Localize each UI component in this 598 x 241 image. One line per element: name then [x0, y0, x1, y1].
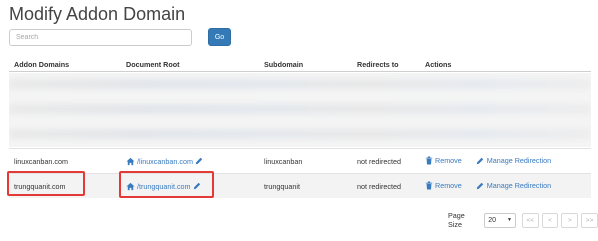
- column-header-document-root[interactable]: Document Root: [122, 60, 260, 69]
- manage-redirection-button[interactable]: Manage Redirection: [476, 156, 551, 165]
- remove-label: Remove: [435, 180, 462, 190]
- column-header-actions: Actions: [425, 59, 452, 69]
- table-header: Addon Domains Document Root Subdomain Re…: [9, 57, 591, 72]
- remove-button[interactable]: Remove: [425, 156, 462, 165]
- first-page-button[interactable]: <<: [521, 212, 539, 228]
- document-root-cell: /linuxcanban.com: [122, 157, 260, 166]
- search-bar: Go: [9, 28, 231, 46]
- redirects-cell: not redirected: [357, 181, 401, 191]
- pencil-icon: [476, 182, 484, 190]
- column-header-subdomain[interactable]: Subdomain: [260, 60, 353, 69]
- page-size-value: 20: [488, 216, 497, 224]
- manage-redirection-button[interactable]: Manage Redirection: [476, 181, 551, 190]
- pagination: Page Size 20 ▼ << < > >>: [448, 211, 598, 229]
- trash-icon: [425, 156, 433, 165]
- table-row: linuxcanban.com /linuxcanban.com linuxca…: [9, 148, 591, 173]
- subdomain-cell: trungquanit: [264, 181, 300, 191]
- previous-page-button[interactable]: <: [541, 212, 559, 228]
- highlight-box-domain: [7, 171, 85, 196]
- caret-down-icon: ▼: [506, 217, 512, 223]
- actions-cell: Remove Manage Redirection: [423, 181, 591, 192]
- manage-redirection-label: Manage Redirection: [486, 181, 552, 190]
- go-button[interactable]: Go: [208, 28, 231, 46]
- column-header-redirects-to[interactable]: Redirects to: [353, 60, 423, 69]
- home-icon: [126, 157, 135, 166]
- highlight-box-document-root: [119, 171, 214, 198]
- subdomain-cell: linuxcanban: [264, 156, 303, 166]
- page-title: Modify Addon Domain: [9, 4, 186, 24]
- column-header-addon-domains[interactable]: Addon Domains: [9, 60, 122, 69]
- manage-redirection-label: Manage Redirection: [486, 156, 552, 165]
- addon-domain-cell: linuxcanban.com: [14, 156, 68, 166]
- page-size-select[interactable]: 20 ▼: [484, 212, 516, 228]
- search-input[interactable]: [9, 28, 192, 46]
- next-page-button[interactable]: >: [561, 212, 579, 228]
- redirects-cell: not redirected: [357, 156, 401, 166]
- blurred-rows: [9, 73, 591, 147]
- actions-cell: Remove Manage Redirection: [423, 156, 591, 167]
- remove-label: Remove: [435, 155, 462, 165]
- page-size-label: Page Size: [448, 211, 465, 229]
- pencil-icon[interactable]: [195, 157, 203, 165]
- document-root-link[interactable]: /linuxcanban.com: [137, 157, 193, 166]
- last-page-button[interactable]: >>: [581, 212, 598, 228]
- remove-button[interactable]: Remove: [425, 181, 462, 190]
- trash-icon: [425, 181, 433, 190]
- table-row: trungquanit.com /trungquanit.com trungqu…: [9, 173, 591, 198]
- pencil-icon: [476, 157, 484, 165]
- addon-domains-table: Addon Domains Document Root Subdomain Re…: [9, 57, 591, 72]
